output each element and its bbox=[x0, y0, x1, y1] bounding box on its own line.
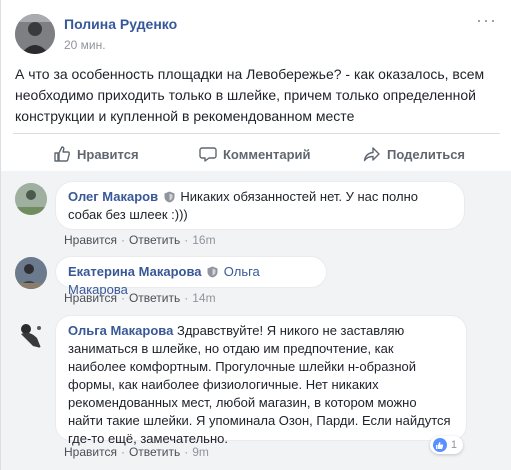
comment-icon bbox=[199, 147, 217, 162]
thumbs-up-icon bbox=[54, 146, 70, 162]
share-icon bbox=[363, 147, 380, 162]
comment-time[interactable]: 14m bbox=[192, 291, 215, 305]
comment-reply-link[interactable]: Ответить bbox=[129, 445, 180, 459]
comment-reply-link[interactable]: Ответить bbox=[129, 233, 180, 247]
comment-time[interactable]: 16m bbox=[192, 233, 215, 247]
shield-icon bbox=[164, 191, 175, 203]
comment-author-avatar[interactable] bbox=[15, 257, 47, 289]
comment-bubble: Ольга Макарова Здравствуйте! Я никого не… bbox=[55, 315, 467, 446]
like-reaction-icon bbox=[432, 438, 447, 452]
comment-button-label: Комментарий bbox=[223, 146, 311, 162]
comment-time[interactable]: 9m bbox=[192, 445, 209, 459]
post-author-name[interactable]: Полина Руденко bbox=[64, 16, 177, 32]
comment-reply-link[interactable]: Ответить bbox=[129, 291, 180, 305]
comment-meta: Нравится · Ответить · 9m bbox=[64, 445, 209, 459]
like-button[interactable]: Нравится bbox=[53, 143, 139, 165]
reaction-count: 1 bbox=[450, 439, 457, 451]
post-body-text: А что за особенность площадки на Левобер… bbox=[15, 66, 485, 124]
more-icon[interactable]: ··· bbox=[476, 10, 497, 31]
comment-author-avatar[interactable] bbox=[15, 183, 47, 215]
share-button-label: Поделиться bbox=[387, 146, 466, 162]
post-divider bbox=[13, 133, 500, 134]
comment-author-name[interactable]: Олег Макаров bbox=[68, 189, 158, 204]
comment-like-link[interactable]: Нравится bbox=[64, 233, 117, 247]
comment-button[interactable]: Комментарий bbox=[199, 143, 311, 165]
comment-like-link[interactable]: Нравится bbox=[64, 291, 117, 305]
comment-author-name[interactable]: Ольга Макарова bbox=[68, 323, 173, 338]
comment-author-avatar[interactable] bbox=[15, 318, 47, 350]
post-card: Полина Руденко 20 мин. ··· А что за особ… bbox=[0, 0, 511, 470]
shield-icon bbox=[207, 266, 218, 278]
comment-meta: Нравится · Ответить · 16m bbox=[64, 233, 216, 247]
comment-author-name[interactable]: Екатерина Макарова bbox=[68, 264, 202, 279]
post-author-avatar[interactable] bbox=[15, 14, 55, 54]
comment-text: Здравствуйте! Я никого не заставляю зани… bbox=[68, 323, 451, 446]
comment-meta: Нравится · Ответить · 14m bbox=[64, 291, 216, 305]
share-button[interactable]: Поделиться bbox=[363, 143, 465, 165]
like-button-label: Нравится bbox=[77, 146, 139, 162]
comment-bubble: Олег Макаров Никаких обязанностей нет. У… bbox=[55, 181, 465, 230]
post-timestamp[interactable]: 20 мин. bbox=[64, 38, 106, 52]
comment-bubble: Екатерина Макарова Ольга Макарова bbox=[55, 256, 327, 297]
comment-like-link[interactable]: Нравится bbox=[64, 445, 117, 459]
reaction-count-badge[interactable]: 1 bbox=[429, 436, 463, 454]
